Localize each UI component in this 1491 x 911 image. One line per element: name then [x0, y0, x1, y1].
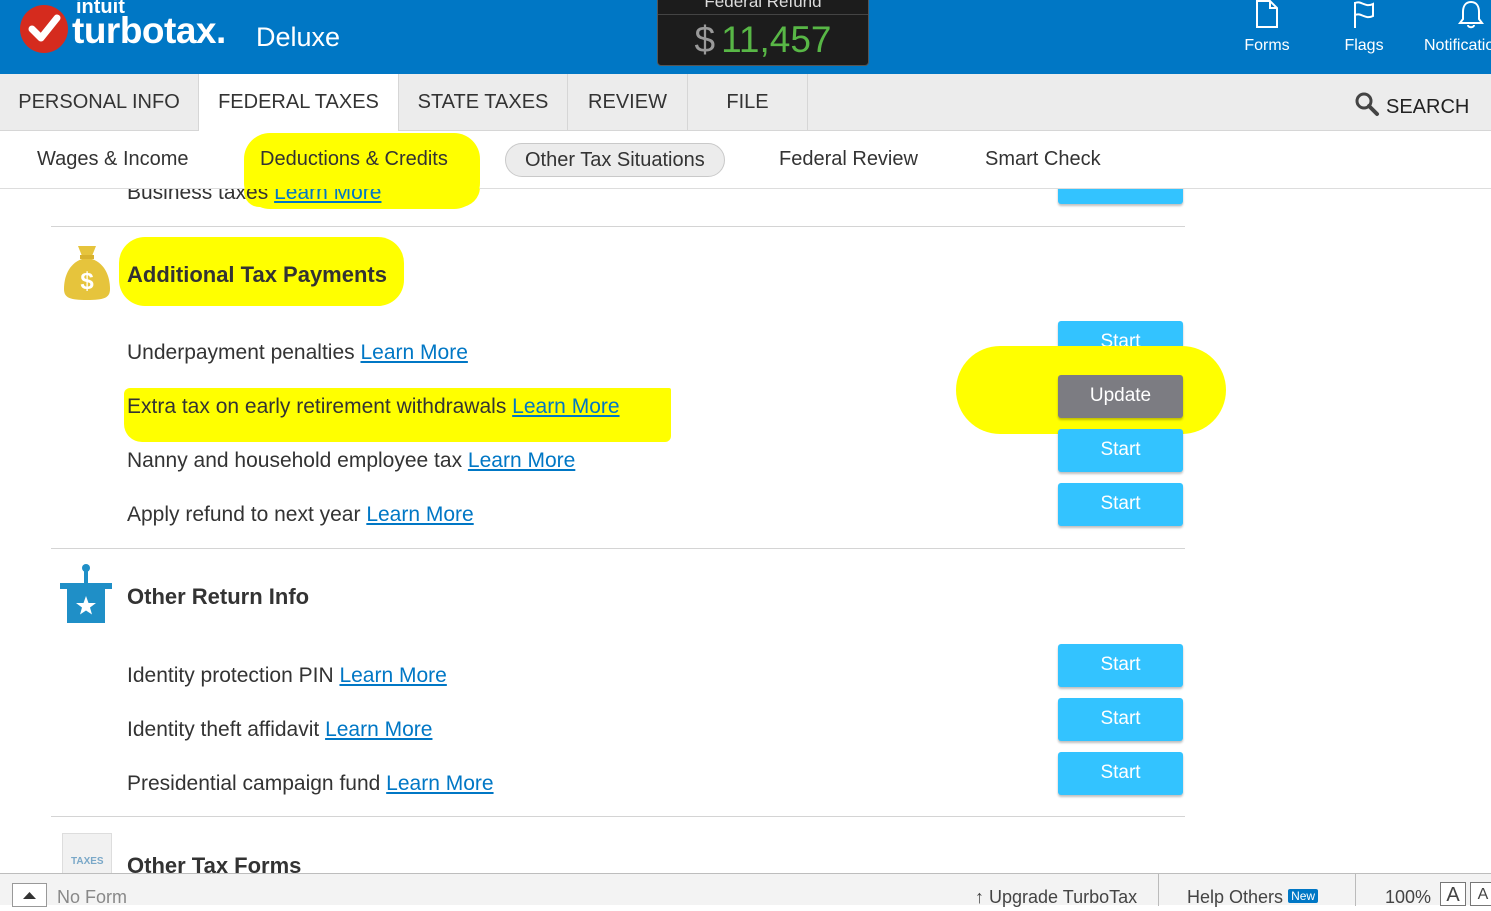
row-nanny-household-tax: Nanny and household employee tax Learn M… [127, 449, 575, 473]
forms-button[interactable]: Forms [1236, 0, 1298, 74]
learn-more-link[interactable]: Learn More [386, 772, 493, 795]
scroll-up-button[interactable] [12, 883, 47, 907]
section-title-other-return-info: Other Return Info [127, 584, 310, 609]
svg-text:$: $ [80, 268, 94, 295]
row-underpayment-penalties: Underpayment penalties Learn More [127, 341, 468, 365]
start-button[interactable]: Start [1058, 483, 1183, 526]
learn-more-link[interactable]: Learn More [325, 718, 432, 741]
refund-amount-display: $11,457 [658, 19, 868, 61]
font-size-small-button[interactable]: A [1470, 882, 1491, 906]
font-size-large-button[interactable]: A [1440, 882, 1466, 906]
main-navigation: PERSONAL INFO FEDERAL TAXES STATE TAXES … [0, 74, 1491, 132]
refund-amount: 11,457 [721, 19, 832, 60]
learn-more-link[interactable]: Learn More [468, 449, 575, 472]
row-identity-theft-affidavit: Identity theft affidavit Learn More [127, 718, 432, 742]
learn-more-link[interactable]: Learn More [339, 664, 446, 687]
refund-currency: $ [694, 19, 716, 60]
document-icon [1256, 0, 1278, 28]
row-label: Apply refund to next year [127, 503, 361, 526]
bell-icon [1458, 0, 1484, 29]
taxes-document-icon: TAXES [62, 833, 112, 873]
top-header: intuit turbotax. Deluxe Federal Refund $… [0, 0, 1491, 74]
row-presidential-campaign-fund: Presidential campaign fund Learn More [127, 772, 494, 796]
section-divider [51, 548, 1185, 549]
flag-icon [1354, 1, 1374, 28]
row-apply-refund-next-year: Apply refund to next year Learn More [127, 503, 474, 527]
subtab-wages-income[interactable]: Wages & Income [37, 143, 189, 177]
learn-more-link[interactable]: Learn More [274, 189, 381, 204]
notifications-label: Notifications [1424, 37, 1491, 54]
status-divider [1158, 874, 1159, 906]
row-label: Underpayment penalties [127, 341, 355, 364]
search-label: SEARCH [1386, 96, 1470, 118]
main-content: Business taxes Learn More $ Additional T… [0, 189, 1491, 873]
row-label: Extra tax on early retirement withdrawal… [127, 395, 507, 418]
row-label: Identity protection PIN [127, 664, 334, 687]
subtab-other-tax-situations[interactable]: Other Tax Situations [505, 143, 725, 177]
section-divider [51, 226, 1185, 227]
row-label: Identity theft affidavit [127, 718, 320, 741]
tab-federal-taxes[interactable]: FEDERAL TAXES [199, 74, 399, 132]
tab-review[interactable]: REVIEW [568, 74, 688, 131]
start-button[interactable]: Start [1058, 429, 1183, 472]
start-button[interactable]: Start [1058, 698, 1183, 741]
new-badge: New [1288, 889, 1319, 903]
upgrade-label: Upgrade TurboTax [989, 887, 1138, 907]
status-divider [1355, 874, 1356, 906]
taxes-document-label: TAXES [71, 856, 104, 867]
notifications-button[interactable]: Notifications [1424, 0, 1491, 74]
brand-edition: Deluxe [256, 22, 341, 52]
subtab-federal-review[interactable]: Federal Review [779, 143, 918, 177]
forms-label: Forms [1244, 37, 1290, 54]
row-business-taxes: Business taxes Learn More [127, 189, 381, 205]
arrow-up-icon: ↑ [975, 887, 984, 907]
chevron-up-icon [23, 892, 36, 899]
federal-refund-meter[interactable]: Federal Refund $11,457 [657, 0, 869, 66]
section-title-additional-tax-payments: Additional Tax Payments [127, 262, 387, 287]
tab-file[interactable]: FILE [688, 74, 808, 131]
section-divider [51, 816, 1185, 817]
flags-button[interactable]: Flags [1336, 0, 1392, 74]
update-button[interactable]: Update [1058, 375, 1183, 418]
status-bar: No Form ↑ Upgrade TurboTax Help Others N… [0, 873, 1491, 907]
start-button[interactable]: Start [1058, 644, 1183, 687]
subtab-deductions-credits[interactable]: Deductions & Credits [260, 143, 448, 177]
subtab-smart-check[interactable]: Smart Check [985, 143, 1101, 177]
help-label: Help Others [1187, 887, 1284, 907]
row-label: Nanny and household employee tax [127, 449, 463, 472]
tab-personal-info[interactable]: PERSONAL INFO [0, 74, 199, 131]
refund-label: Federal Refund [658, 0, 868, 15]
row-identity-protection-pin: Identity protection PIN Learn More [127, 664, 447, 688]
sub-navigation: Wages & Income Deductions & Credits Othe… [0, 131, 1491, 209]
brand-turbotax: turbotax. [72, 10, 226, 51]
turbotax-check-logo-icon [20, 5, 68, 53]
start-button[interactable]: Start [1058, 752, 1183, 795]
row-label: Business taxes [127, 189, 269, 204]
flags-label: Flags [1344, 37, 1384, 54]
learn-more-link[interactable]: Learn More [512, 395, 619, 418]
section-title-other-tax-forms: Other Tax Forms [127, 853, 302, 873]
start-button[interactable] [1058, 189, 1183, 204]
search-icon [1355, 92, 1379, 116]
row-early-retirement-withdrawals: Extra tax on early retirement withdrawal… [127, 395, 620, 419]
learn-more-link[interactable]: Learn More [360, 341, 467, 364]
tab-state-taxes[interactable]: STATE TAXES [399, 74, 568, 131]
learn-more-link[interactable]: Learn More [366, 503, 473, 526]
search-button[interactable]: SEARCH [1354, 91, 1469, 119]
row-label: Presidential campaign fund [127, 772, 381, 795]
ballot-box-icon [58, 563, 114, 630]
money-bag-icon: $ [62, 244, 112, 307]
